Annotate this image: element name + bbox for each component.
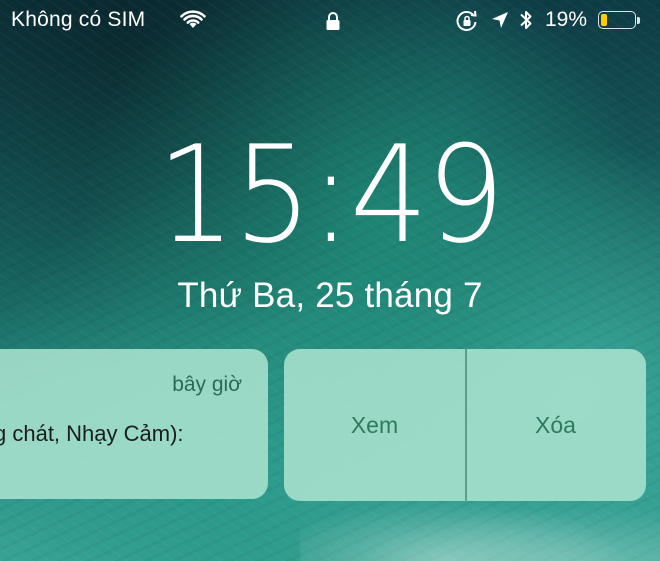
battery-icon bbox=[598, 11, 642, 31]
wifi-icon bbox=[180, 10, 206, 35]
lock-icon bbox=[325, 11, 341, 36]
battery-level-fill bbox=[601, 14, 607, 26]
delete-button[interactable]: Xóa bbox=[465, 349, 646, 501]
bluetooth-icon bbox=[518, 8, 534, 37]
view-button[interactable]: Xem bbox=[284, 349, 465, 501]
location-arrow-icon bbox=[490, 10, 510, 35]
notification-card[interactable]: bây giờ g chát, Nhạy Cảm): bbox=[0, 349, 268, 499]
notification-body: g chát, Nhạy Cảm): bbox=[0, 421, 184, 446]
wallpaper-shore bbox=[300, 491, 660, 561]
notification-timestamp: bây giờ bbox=[172, 373, 242, 396]
carrier-label: Không có SIM bbox=[11, 8, 146, 31]
battery-nub bbox=[637, 17, 640, 24]
status-bar: Không có SIM 19% bbox=[0, 0, 660, 42]
lock-screen-clock: 15:49 bbox=[156, 117, 505, 273]
lock-screen-date: Thứ Ba, 25 tháng 7 bbox=[177, 276, 483, 315]
battery-percent: 19% bbox=[545, 8, 588, 31]
rotation-lock-icon bbox=[456, 10, 478, 37]
notification-actions: Xem Xóa bbox=[284, 349, 646, 501]
